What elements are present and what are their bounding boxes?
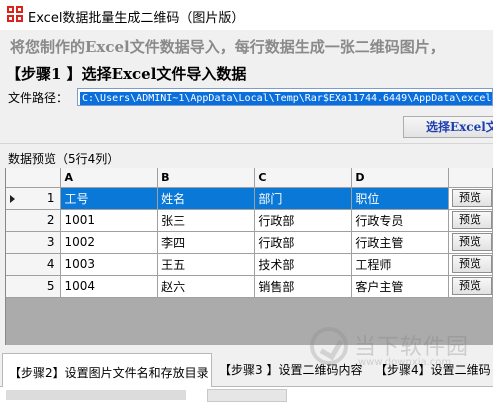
table-cell[interactable]: 赵六 [157, 275, 256, 298]
table-cell[interactable]: 销售部 [254, 275, 353, 298]
preview-button[interactable]: 预览 [451, 233, 492, 251]
row-header[interactable]: 2 [6, 209, 62, 232]
intro-text: 将您制作的Excel文件数据导入，每行数据生成一张二维码图片， [10, 38, 445, 56]
table-cell[interactable]: 工程师 [351, 253, 449, 276]
tab-panel-control[interactable] [207, 389, 287, 402]
table-cell[interactable]: 1002 [60, 231, 159, 254]
table-row[interactable]: 1 工号 姓名 部门 职位 预览 [6, 187, 493, 210]
action-cell: 预览 [448, 275, 493, 298]
window-title: Excel数据批量生成二维码（图片版） [28, 11, 245, 26]
column-header-b[interactable]: B [157, 168, 256, 188]
action-cell: 预览 [448, 253, 493, 276]
table-cell[interactable]: 行政部 [254, 231, 353, 254]
tab-step4[interactable]: 【步骤4】设置二维码 [375, 359, 493, 383]
step1-heading: 【步骤1 】选择Excel文件导入数据 [6, 65, 247, 83]
file-path-input[interactable]: C:\Users\ADMINI~1\AppData\Local\Temp\Rar… [77, 88, 493, 106]
action-cell: 预览 [448, 231, 493, 254]
row-header[interactable]: 4 [6, 253, 62, 276]
qr-code-icon [7, 6, 23, 22]
table-row[interactable]: 5 1004 赵六 销售部 客户主管 预览 [6, 275, 493, 298]
tab-step2[interactable]: 【步骤2】设置图片文件名和存放目录 [2, 353, 212, 389]
preview-button[interactable]: 预览 [451, 211, 492, 229]
table-cell[interactable]: 行政专员 [351, 209, 449, 232]
tab-panel-content [6, 390, 186, 400]
table-cell[interactable]: 张三 [157, 209, 256, 232]
preview-button[interactable]: 预览 [451, 189, 492, 207]
column-header-row: A B C D [6, 168, 493, 188]
table-row[interactable]: 4 1003 王五 技术部 工程师 预览 [6, 253, 493, 276]
table-cell[interactable]: 行政主管 [351, 231, 449, 254]
table-cell[interactable]: 1003 [60, 253, 159, 276]
separator [0, 143, 493, 144]
column-header-a[interactable]: A [60, 168, 159, 188]
action-cell: 预览 [448, 209, 493, 232]
table-cell[interactable]: 行政部 [254, 209, 353, 232]
current-row-arrow-icon [10, 194, 15, 203]
row-header[interactable]: 1 [6, 187, 62, 210]
row-number: 1 [46, 191, 55, 205]
table-cell[interactable]: 职位 [351, 187, 449, 210]
table-cell[interactable]: 王五 [157, 253, 256, 276]
table-cell[interactable]: 1004 [60, 275, 159, 298]
row-header[interactable]: 3 [6, 231, 62, 254]
table-row[interactable]: 2 1001 张三 行政部 行政专员 预览 [6, 209, 493, 232]
tab-step3[interactable]: 【步骤3 】设置二维码内容 [219, 359, 369, 383]
table-cell[interactable]: 技术部 [254, 253, 353, 276]
action-cell: 预览 [448, 187, 493, 210]
column-header-c[interactable]: C [254, 168, 353, 188]
choose-excel-button[interactable]: 选择Excel文 [403, 116, 493, 138]
preview-button[interactable]: 预览 [451, 255, 492, 273]
preview-button[interactable]: 预览 [451, 277, 492, 295]
row-header[interactable]: 5 [6, 275, 62, 298]
table-cell[interactable]: 部门 [254, 187, 353, 210]
step-tabs: 【步骤2】设置图片文件名和存放目录 【步骤3 】设置二维码内容 【步骤4】设置二… [0, 349, 493, 402]
grid-corner [6, 168, 62, 188]
file-path-label: 文件路径： [8, 91, 69, 105]
column-header-d[interactable]: D [351, 168, 449, 188]
table-cell[interactable]: 李四 [157, 231, 256, 254]
data-preview-grid[interactable]: A B C D 1 工号 姓名 部门 职位 预览 2 1001 张三 行政部 行… [5, 168, 493, 345]
file-path-value: C:\Users\ADMINI~1\AppData\Local\Temp\Rar… [80, 92, 492, 105]
data-table: A B C D 1 工号 姓名 部门 职位 预览 2 1001 张三 行政部 行… [6, 168, 493, 298]
column-header-action [448, 168, 493, 188]
tab-panel [0, 387, 493, 402]
data-preview-label: 数据预览（5行4列） [8, 152, 120, 166]
table-cell[interactable]: 工号 [60, 187, 159, 210]
table-row[interactable]: 3 1002 李四 行政部 行政主管 预览 [6, 231, 493, 254]
table-cell[interactable]: 客户主管 [351, 275, 449, 298]
table-cell[interactable]: 1001 [60, 209, 159, 232]
table-cell[interactable]: 姓名 [157, 187, 256, 210]
title-bar: Excel数据批量生成二维码（图片版） [0, 0, 493, 30]
